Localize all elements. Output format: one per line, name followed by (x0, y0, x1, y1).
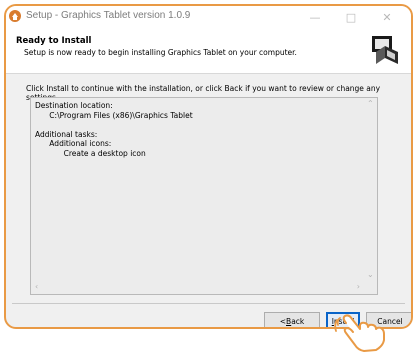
minimize-button[interactable]: — (297, 6, 333, 28)
vertical-scrollbar[interactable]: ⌃ ⌄ (364, 98, 377, 280)
page-subtitle: Setup is now ready to begin installing G… (24, 48, 297, 57)
scroll-right-icon[interactable]: › (357, 282, 360, 291)
window-title: Setup - Graphics Tablet version 1.0.9 (26, 10, 191, 21)
back-button-rest: ack (291, 316, 305, 326)
memo-text: Destination location: C:\Program Files (… (35, 101, 193, 158)
setup-dialog: Setup - Graphics Tablet version 1.0.9 — … (4, 4, 413, 329)
divider (12, 303, 405, 304)
wizard-header: Ready to Install Setup is now ready to b… (6, 28, 411, 74)
window-controls: — □ ✕ (297, 6, 405, 28)
ready-memo[interactable]: Destination location: C:\Program Files (… (30, 97, 378, 295)
back-button[interactable]: < Back (264, 312, 320, 327)
horizontal-scrollbar[interactable]: ‹ › (31, 280, 364, 294)
scroll-up-icon[interactable]: ⌃ (367, 99, 374, 108)
computer-install-icon (372, 36, 398, 64)
title-bar: Setup - Graphics Tablet version 1.0.9 — … (6, 6, 411, 28)
setup-app-icon (9, 10, 21, 22)
scroll-down-icon[interactable]: ⌄ (367, 270, 374, 279)
scroll-left-icon[interactable]: ‹ (35, 282, 38, 291)
maximize-button[interactable]: □ (333, 6, 369, 28)
page-title: Ready to Install (16, 36, 92, 46)
pointing-hand-cursor-icon (334, 314, 385, 352)
close-button[interactable]: ✕ (369, 6, 405, 28)
